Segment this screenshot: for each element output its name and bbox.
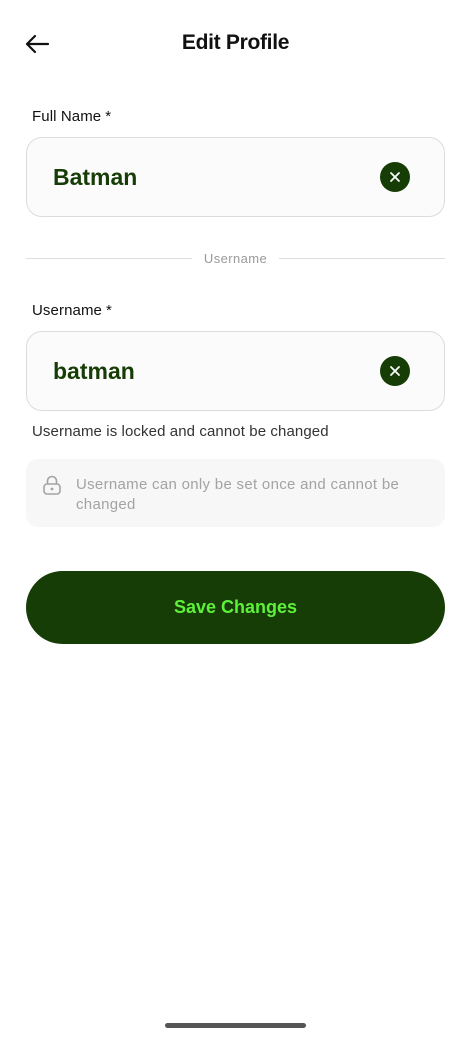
username-field: [26, 331, 445, 411]
page-title: Edit Profile: [181, 31, 290, 54]
close-icon: [390, 172, 400, 182]
save-changes-button[interactable]: Save Changes: [26, 571, 445, 644]
divider-line-left: [26, 257, 192, 259]
username-label-text: Username: [32, 302, 102, 319]
divider-label: Username: [203, 250, 268, 266]
edit-profile-screen: Edit Profile Full Name* Username Usernam…: [0, 0, 471, 1042]
username-input[interactable]: [53, 332, 373, 410]
full-name-label: Full Name *: [32, 108, 111, 125]
full-name-clear-button[interactable]: [380, 162, 410, 192]
info-notice: Username can only be set once and cannot…: [26, 459, 445, 527]
required-mark: *: [105, 108, 112, 125]
info-notice-text: Username can only be set once and cannot…: [76, 476, 400, 513]
close-icon: [390, 366, 400, 376]
lock-icon: [43, 475, 61, 495]
header: Edit Profile: [0, 22, 471, 66]
divider-line-right: [279, 257, 446, 259]
full-name-input[interactable]: [53, 138, 373, 216]
section-divider: Username: [26, 250, 446, 266]
username-label: Username *: [32, 302, 112, 319]
username-clear-button[interactable]: [380, 356, 410, 386]
home-indicator[interactable]: [165, 1023, 306, 1028]
required-mark: *: [106, 302, 112, 319]
full-name-label-text: Full Name: [32, 108, 102, 125]
full-name-field: [26, 137, 445, 217]
username-helper-text: Username is locked and cannot be changed: [32, 423, 329, 440]
